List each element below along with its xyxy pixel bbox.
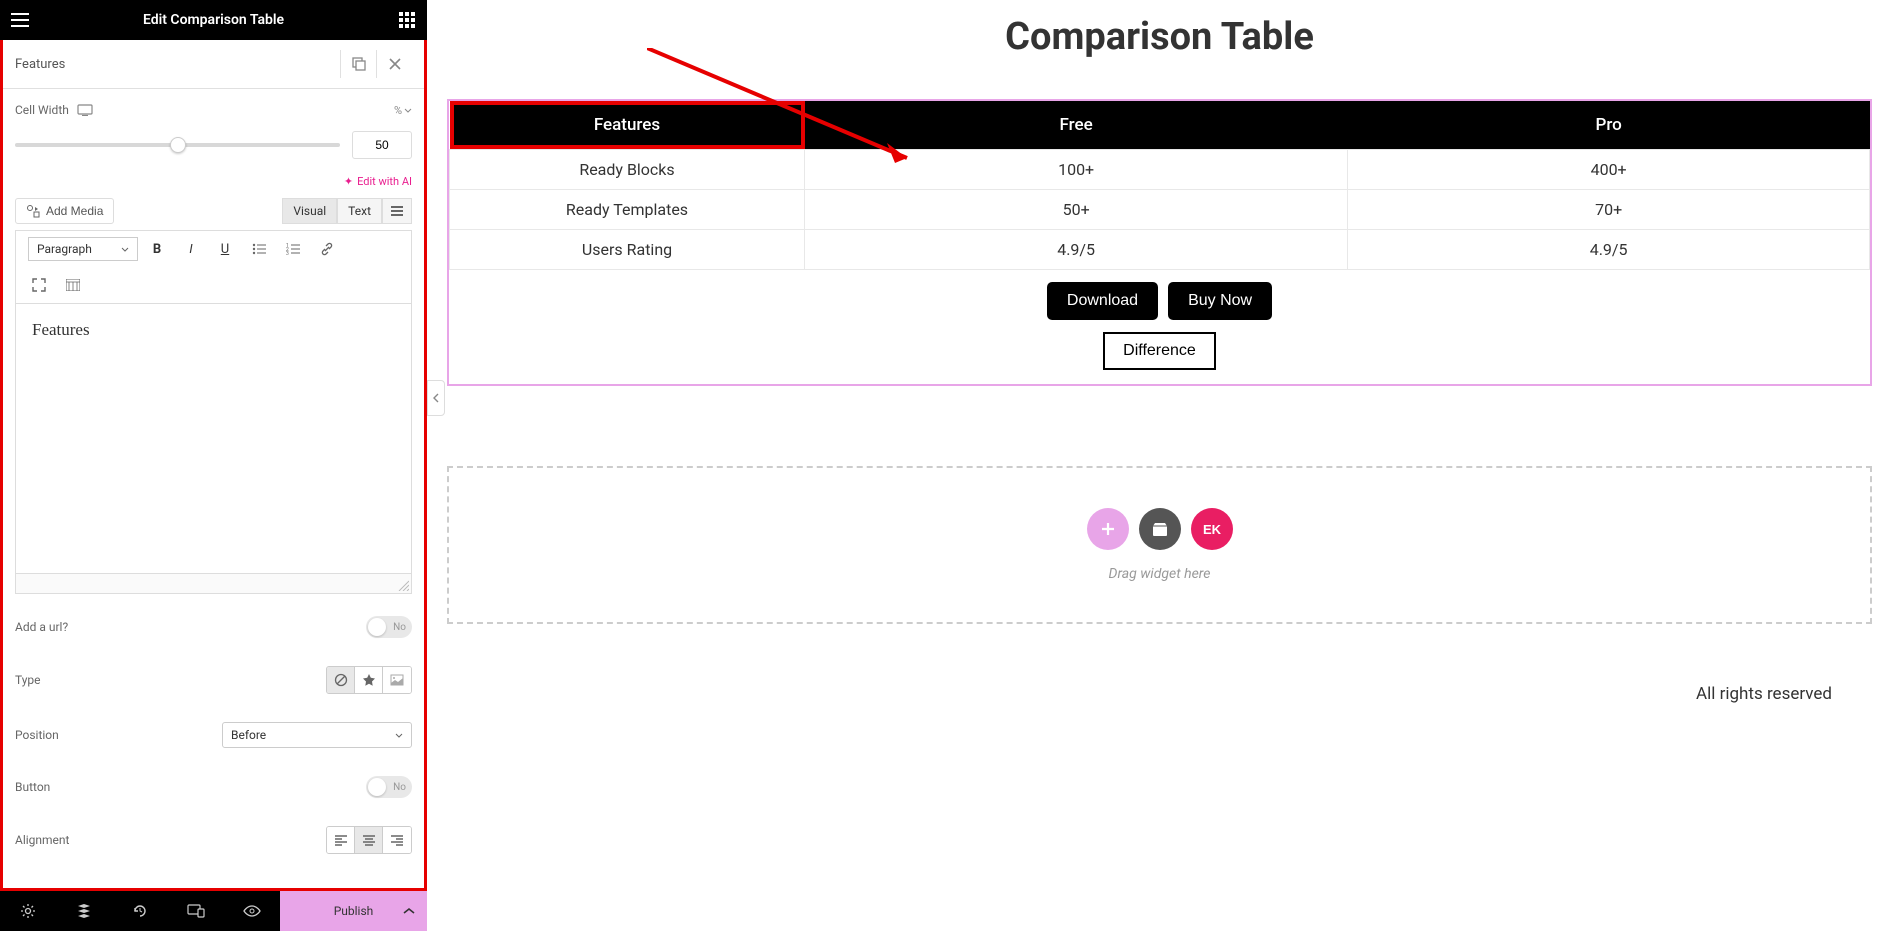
page-title: Comparison Table	[427, 0, 1892, 99]
cell-width-label: Cell Width	[15, 103, 93, 117]
table-row: Users Rating 4.9/5 4.9/5	[450, 230, 1870, 270]
type-label: Type	[15, 673, 41, 687]
cell-width-input[interactable]	[352, 131, 412, 159]
responsive-icon[interactable]	[168, 891, 224, 931]
footer-text: All rights reserved	[427, 654, 1892, 734]
type-image-button[interactable]	[383, 667, 411, 693]
underline-button[interactable]: U	[210, 235, 240, 263]
cell-width-slider[interactable]	[15, 143, 340, 147]
align-left-button[interactable]	[327, 827, 355, 853]
difference-button[interactable]: Difference	[1103, 332, 1216, 370]
widgets-grid-icon[interactable]	[395, 8, 419, 32]
bold-button[interactable]: B	[142, 235, 172, 263]
sidebar-header: Edit Comparison Table	[0, 0, 427, 40]
bottom-bar: Publish	[0, 891, 427, 931]
download-button[interactable]: Download	[1047, 282, 1158, 320]
italic-button[interactable]: I	[176, 235, 206, 263]
preview-icon[interactable]	[224, 891, 280, 931]
collapse-sidebar-button[interactable]	[427, 380, 445, 416]
menu-icon[interactable]	[8, 8, 32, 32]
visual-tab[interactable]: Visual	[282, 198, 337, 224]
unit-select[interactable]: %	[394, 104, 412, 117]
type-none-button[interactable]	[327, 667, 355, 693]
accordion-header[interactable]: Features	[3, 40, 424, 89]
align-right-button[interactable]	[383, 827, 411, 853]
widget-drop-zone[interactable]: EK Drag widget here	[447, 466, 1872, 624]
bullet-list-button[interactable]	[244, 235, 274, 263]
link-button[interactable]	[312, 235, 342, 263]
template-library-icon[interactable]	[1139, 508, 1181, 550]
close-icon[interactable]	[376, 50, 412, 78]
comparison-table-widget[interactable]: Features Free Pro Ready Blocks 100+ 400+…	[447, 99, 1872, 386]
editor-sidebar: Edit Comparison Table Features	[0, 0, 427, 931]
duplicate-icon[interactable]	[340, 50, 376, 78]
numbered-list-button[interactable]: 123	[278, 235, 308, 263]
add-section-icon[interactable]	[1087, 508, 1129, 550]
table-header-pro[interactable]: Pro	[1348, 101, 1870, 150]
add-url-label: Add a url?	[15, 620, 68, 634]
buy-now-button[interactable]: Buy Now	[1168, 282, 1272, 320]
add-media-button[interactable]: Add Media	[15, 198, 114, 224]
editor-options-icon[interactable]	[382, 198, 412, 224]
desktop-icon[interactable]	[77, 104, 93, 116]
toolbar-toggle-button[interactable]	[58, 271, 88, 299]
chevron-up-icon[interactable]	[403, 907, 415, 915]
comparison-table: Features Free Pro Ready Blocks 100+ 400+…	[449, 101, 1870, 270]
text-tab[interactable]: Text	[337, 198, 382, 224]
table-row: Ready Blocks 100+ 400+	[450, 150, 1870, 190]
fullscreen-button[interactable]	[24, 271, 54, 299]
paragraph-select[interactable]: Paragraph	[28, 237, 138, 261]
editor-resize[interactable]	[15, 574, 412, 594]
navigator-icon[interactable]	[56, 891, 112, 931]
settings-icon[interactable]	[0, 891, 56, 931]
align-center-button[interactable]	[355, 827, 383, 853]
drop-text: Drag widget here	[489, 566, 1830, 582]
alignment-buttons	[326, 826, 412, 854]
edit-with-ai-link[interactable]: ✦Edit with AI	[3, 171, 424, 192]
add-url-toggle[interactable]: No	[366, 616, 412, 638]
position-select[interactable]: Before	[222, 722, 412, 748]
publish-button[interactable]: Publish	[280, 891, 427, 931]
button-toggle[interactable]: No	[366, 776, 412, 798]
cell-width-row: Cell Width %	[3, 89, 424, 131]
accordion-title: Features	[15, 57, 65, 72]
table-header-features[interactable]: Features	[450, 101, 805, 149]
canvas: Comparison Table Features Free Pro Ready…	[427, 0, 1892, 931]
history-icon[interactable]	[112, 891, 168, 931]
button-label: Button	[15, 780, 50, 794]
alignment-label: Alignment	[15, 833, 69, 847]
position-label: Position	[15, 728, 59, 742]
sidebar-title: Edit Comparison Table	[32, 12, 395, 28]
type-buttons	[326, 666, 412, 694]
svg-text:3: 3	[286, 251, 289, 255]
elementskit-icon[interactable]: EK	[1191, 508, 1233, 550]
panel-content: Features Cell Width %	[0, 40, 427, 891]
editor-textarea[interactable]: Features	[15, 304, 412, 574]
table-header-free[interactable]: Free	[805, 101, 1348, 150]
table-row: Ready Templates 50+ 70+	[450, 190, 1870, 230]
type-star-button[interactable]	[355, 667, 383, 693]
svg-text:EK: EK	[1203, 522, 1221, 536]
